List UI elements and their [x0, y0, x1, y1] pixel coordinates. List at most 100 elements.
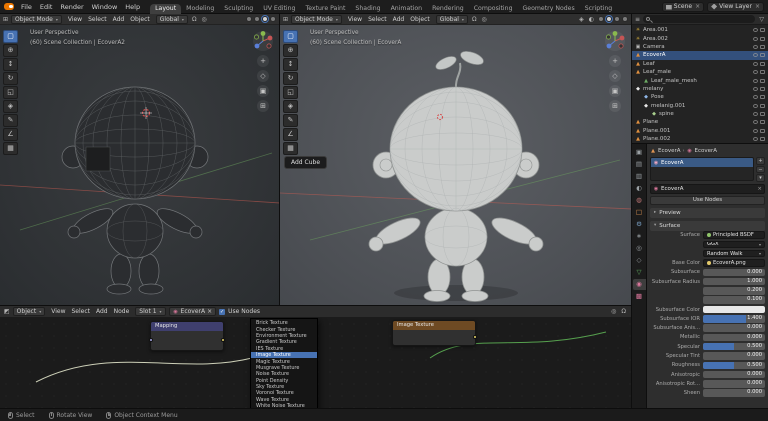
- add-slot-button[interactable]: +: [756, 157, 765, 165]
- snap-magnet-icon[interactable]: Ω: [620, 308, 627, 315]
- material-name-field[interactable]: EcoverA: [661, 186, 684, 192]
- viewport-menu-item[interactable]: Object: [127, 16, 153, 23]
- main-menu-item[interactable]: Help: [121, 3, 144, 11]
- particle-properties-tab[interactable]: ∗: [633, 231, 646, 242]
- object-data-properties-tab[interactable]: ▽: [633, 267, 646, 278]
- proportional-edit-icon[interactable]: ◎: [201, 16, 208, 23]
- hide-in-viewport-toggle[interactable]: [753, 104, 758, 108]
- viewport-menu-item[interactable]: Select: [365, 16, 390, 23]
- parameter-slider[interactable]: 1.400: [703, 315, 765, 323]
- viewport-menu-item[interactable]: Add: [390, 16, 408, 23]
- material-slot-list[interactable]: ◉ EcoverA: [650, 157, 754, 181]
- node-editor-menu-item[interactable]: Add: [93, 308, 111, 315]
- outliner-item[interactable]: ▲ Plane: [632, 118, 768, 126]
- workspace-tab[interactable]: Layout: [150, 4, 181, 14]
- perspective-toggle-icon[interactable]: ⊞: [609, 100, 621, 112]
- outliner-search[interactable]: [643, 15, 755, 23]
- select-box-tool[interactable]: ▢: [283, 30, 298, 43]
- disable-in-render-toggle[interactable]: [760, 104, 765, 108]
- modifier-properties-tab[interactable]: ⚙: [633, 219, 646, 230]
- outliner-editor-icon[interactable]: ≡: [635, 16, 640, 23]
- parameter-slider[interactable]: 0.000: [703, 389, 765, 397]
- view-layer-selector[interactable]: View Layer ×: [707, 2, 764, 12]
- hide-in-viewport-toggle[interactable]: [753, 45, 758, 49]
- node-editor-menu-item[interactable]: View: [48, 308, 68, 315]
- output-socket[interactable]: [473, 335, 477, 339]
- workspace-tab[interactable]: Rendering: [427, 4, 469, 14]
- pan-icon[interactable]: ◇: [257, 70, 269, 82]
- outliner-item[interactable]: ▣ Camera: [632, 43, 768, 51]
- operator-panel-add-cube[interactable]: Add Cube: [284, 156, 327, 169]
- mode-dropdown[interactable]: Object Mode ▾: [291, 15, 342, 24]
- input-socket[interactable]: [149, 338, 153, 342]
- parameter-slider[interactable]: 0.200: [703, 287, 765, 295]
- main-menu-item[interactable]: Edit: [36, 3, 57, 11]
- distribution-dropdown[interactable]: GGX ▾: [703, 241, 765, 249]
- editor-type-icon[interactable]: ⊞: [283, 16, 288, 23]
- base-color-texture-field[interactable]: EcoverA.png: [703, 259, 765, 267]
- shading-mode-buttons[interactable]: [598, 16, 628, 22]
- parameter-slider[interactable]: 0.500: [703, 343, 765, 351]
- outliner-item[interactable]: ▲ Leaf_male: [632, 68, 768, 76]
- parameter-slider[interactable]: [703, 306, 765, 314]
- workspace-tab[interactable]: Shading: [350, 4, 385, 14]
- disable-in-render-toggle[interactable]: [760, 37, 765, 41]
- subsurface-method-dropdown[interactable]: Random Walk ▾: [703, 250, 765, 258]
- physics-properties-tab[interactable]: ◎: [633, 243, 646, 254]
- navigation-gizmo[interactable]: [252, 30, 274, 52]
- hide-in-viewport-toggle[interactable]: [753, 62, 758, 66]
- workspace-tab[interactable]: UV Editing: [258, 4, 300, 14]
- parameter-slider[interactable]: 0.000: [703, 352, 765, 360]
- slot-specials-button[interactable]: ▾: [756, 174, 765, 182]
- snap-magnet-icon[interactable]: Ω: [471, 16, 478, 23]
- proportional-edit-icon[interactable]: ◎: [481, 16, 488, 23]
- preview-section-header[interactable]: ▸ Preview: [650, 208, 765, 218]
- hide-in-viewport-toggle[interactable]: [753, 95, 758, 99]
- hide-in-viewport-toggle[interactable]: [753, 120, 758, 124]
- parameter-slider[interactable]: 0.100: [703, 296, 765, 304]
- cursor-tool[interactable]: ⊕: [283, 44, 298, 57]
- scale-tool[interactable]: ◱: [283, 86, 298, 99]
- parameter-slider[interactable]: 0.000: [703, 371, 765, 379]
- select-box-tool[interactable]: ▢: [3, 30, 18, 43]
- annotate-tool[interactable]: ✎: [283, 114, 298, 127]
- hide-in-viewport-toggle[interactable]: [753, 37, 758, 41]
- slot-dropdown[interactable]: Slot 1 ▾: [135, 307, 165, 316]
- node-title[interactable]: Mapping: [151, 322, 223, 331]
- surface-section-header[interactable]: ▾ Surface: [650, 221, 765, 231]
- mapping-node[interactable]: Mapping: [150, 321, 224, 351]
- outliner-item[interactable]: ▲ Plane.002: [632, 135, 768, 143]
- unlink-material-icon[interactable]: ×: [757, 186, 762, 192]
- transform-tool[interactable]: ◈: [3, 100, 18, 113]
- workspace-tab[interactable]: Geometry Nodes: [518, 4, 580, 14]
- rotate-tool[interactable]: ↻: [283, 72, 298, 85]
- rendered-shading-icon[interactable]: [622, 16, 628, 22]
- output-socket[interactable]: [221, 338, 225, 342]
- camera-view-icon[interactable]: ▣: [257, 85, 269, 97]
- outliner-item[interactable]: ▲ Leaf: [632, 60, 768, 68]
- node-graph-area[interactable]: Mapping Image Texture Brick TextureCheck…: [0, 318, 631, 408]
- add-cube-tool[interactable]: ▦: [3, 142, 18, 155]
- material-properties-tab[interactable]: ◉: [633, 279, 646, 290]
- viewport-menu-item[interactable]: View: [65, 16, 85, 23]
- camera-view-icon[interactable]: ▣: [609, 85, 621, 97]
- use-nodes-button[interactable]: Use Nodes: [650, 196, 765, 205]
- scale-tool[interactable]: ◱: [3, 86, 18, 99]
- breadcrumb-object-name[interactable]: EcoverA: [658, 148, 681, 154]
- rendered-shading-icon[interactable]: [270, 16, 276, 22]
- disable-in-render-toggle[interactable]: [760, 120, 765, 124]
- add-cube-tool[interactable]: ▦: [283, 142, 298, 155]
- material-shading-icon[interactable]: [614, 16, 620, 22]
- material-shading-icon[interactable]: [262, 16, 268, 22]
- outliner-item[interactable]: ◆ Pose: [632, 93, 768, 101]
- editor-type-icon[interactable]: ◩: [4, 308, 10, 315]
- wireframe-shading-icon[interactable]: [246, 16, 252, 22]
- material-datablock[interactable]: ◉ EcoverA ×: [650, 184, 765, 194]
- output-properties-tab[interactable]: ▤: [633, 159, 646, 170]
- move-tool[interactable]: ↕: [283, 58, 298, 71]
- hide-in-viewport-toggle[interactable]: [753, 137, 758, 141]
- disable-in-render-toggle[interactable]: [760, 87, 765, 91]
- hide-in-viewport-toggle[interactable]: [753, 129, 758, 133]
- show-gizmo-icon[interactable]: ◈: [578, 16, 585, 23]
- disable-in-render-toggle[interactable]: [760, 53, 765, 57]
